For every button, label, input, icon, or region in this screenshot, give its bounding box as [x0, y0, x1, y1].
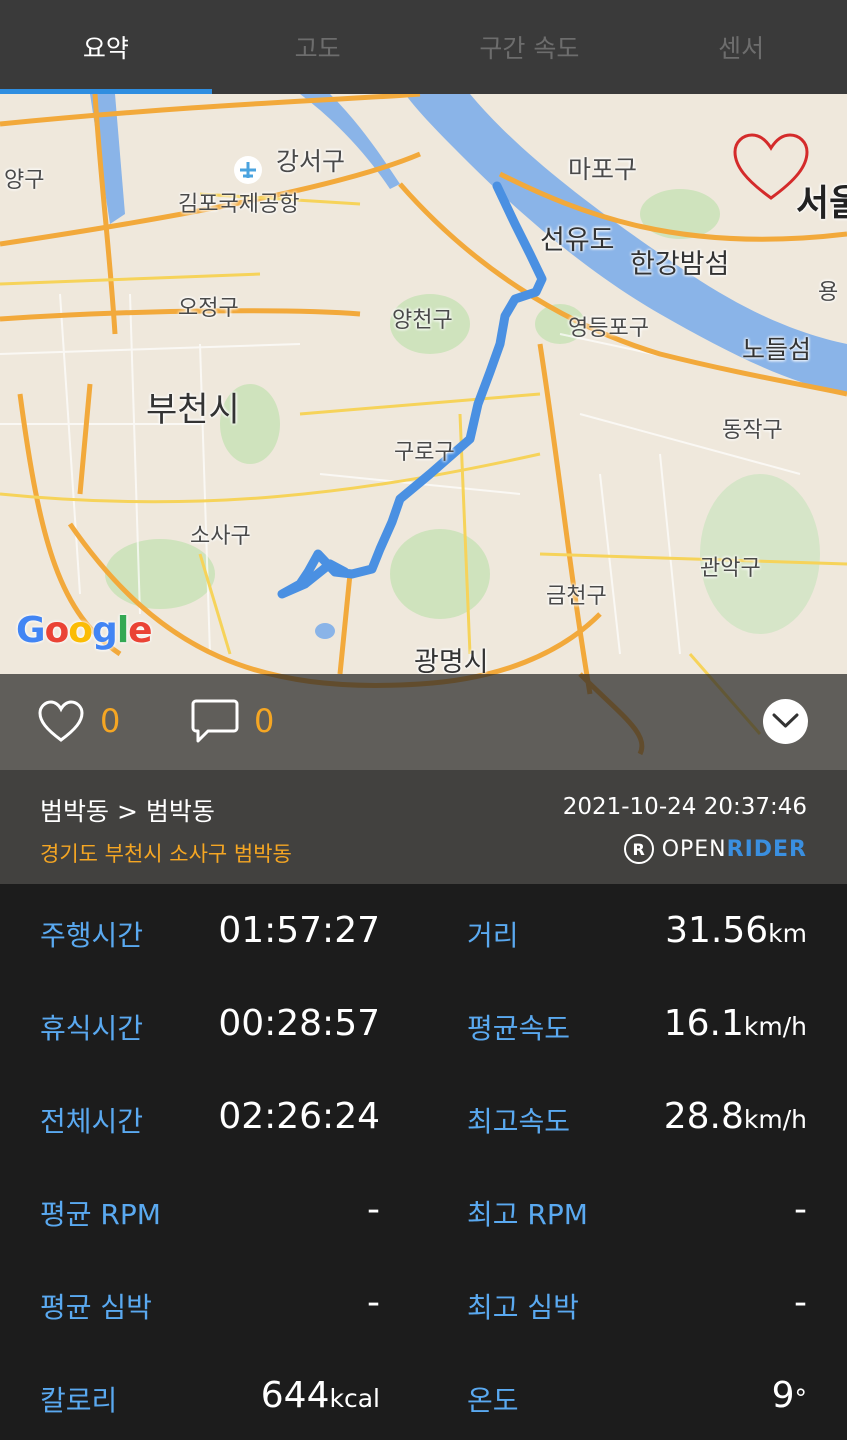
- map-label: 양천구: [392, 308, 453, 333]
- map-label: 마포구: [568, 155, 638, 184]
- comment-count: 0: [254, 702, 275, 740]
- route-info: 범박동 > 범박동 경기도 부천시 소사구 범박동 2021-10-24 20:…: [0, 770, 847, 884]
- stat-label: 평균 심박: [40, 1291, 152, 1324]
- route-address: 경기도 부천시 소사구 범박동: [40, 842, 292, 866]
- map-label: 동작구: [722, 418, 783, 443]
- map-label: 영등포구: [568, 316, 649, 341]
- route-title: 범박동 > 범박동: [40, 797, 215, 826]
- stat-value: 644kcal: [260, 1375, 380, 1416]
- stat-label: 거리: [467, 919, 519, 952]
- tab-segment-speed[interactable]: 구간 속도: [424, 0, 636, 94]
- like-count: 0: [100, 702, 121, 740]
- stat-label: 최고 심박: [467, 1291, 579, 1324]
- map-label: 구로구: [394, 440, 455, 465]
- social-bar: 0 0: [0, 674, 847, 770]
- stat-label: 주행시간: [40, 919, 144, 952]
- comment-icon[interactable]: [190, 698, 240, 746]
- stat-value: 16.1km/h: [663, 1003, 807, 1044]
- route-datetime: 2021-10-24 20:37:46: [562, 794, 807, 820]
- like-heart-icon[interactable]: [38, 700, 84, 744]
- stat-label: 휴식시간: [40, 1012, 144, 1045]
- brand-open-text: OPEN: [661, 836, 727, 862]
- stat-value: 00:28:57: [218, 1003, 380, 1044]
- stat-label: 칼로리: [40, 1384, 118, 1417]
- map-label: 양구: [4, 168, 45, 193]
- stat-value: -: [367, 1282, 380, 1323]
- tab-summary[interactable]: 요약: [0, 0, 212, 94]
- stat-row: 평균 RPM - 최고 RPM -: [0, 1163, 847, 1255]
- stat-row: 휴식시간 00:28:57 평균속도 16.1km/h: [0, 977, 847, 1069]
- map-label: 용: [818, 280, 839, 305]
- expand-button[interactable]: [763, 699, 808, 744]
- stat-value: 31.56km: [665, 910, 807, 951]
- stat-value: -: [367, 1189, 380, 1230]
- stat-row: 칼로리 644kcal 온도 9°: [0, 1349, 847, 1440]
- stat-row: 전체시간 02:26:24 최고속도 28.8km/h: [0, 1070, 847, 1162]
- stat-row: 평균 심박 - 최고 심박 -: [0, 1256, 847, 1348]
- tab-bar: 요약 고도 구간 속도 센서: [0, 0, 847, 94]
- stat-label: 전체시간: [40, 1105, 144, 1138]
- map-label: 금천구: [546, 584, 607, 609]
- stat-value: -: [794, 1282, 807, 1323]
- stat-label: 온도: [467, 1384, 519, 1417]
- stat-value: 01:57:27: [218, 910, 380, 951]
- stat-value: 28.8km/h: [663, 1096, 807, 1137]
- stat-value: -: [794, 1189, 807, 1230]
- map-label: 오정구: [178, 296, 239, 321]
- tab-sensor[interactable]: 센서: [635, 0, 847, 94]
- favorite-heart-icon[interactable]: [732, 132, 810, 204]
- tab-elevation[interactable]: 고도: [212, 0, 424, 94]
- stat-row: 주행시간 01:57:27 거리 31.56km: [0, 884, 847, 976]
- stat-label: 평균속도: [467, 1012, 571, 1045]
- google-logo: Google: [16, 610, 153, 651]
- openrider-logo-icon: R: [623, 834, 654, 864]
- map-label: 한강밤섬: [630, 249, 730, 280]
- stat-value: 02:26:24: [218, 1096, 380, 1137]
- stat-label: 최고 RPM: [467, 1198, 588, 1231]
- map-label: 김포국제공항: [178, 192, 300, 217]
- brand-rider-text: RIDER: [726, 836, 807, 862]
- stat-value: 9°: [771, 1375, 807, 1416]
- map-label: 노들섬: [742, 335, 812, 364]
- openrider-brand: R OPEN RIDER: [623, 832, 807, 866]
- stat-label: 평균 RPM: [40, 1198, 161, 1231]
- map-label: 관악구: [700, 556, 761, 581]
- map-label: 소사구: [190, 524, 251, 549]
- map-label: 부천시: [146, 390, 240, 430]
- stat-label: 최고속도: [467, 1105, 571, 1138]
- map-label: 선유도: [540, 225, 615, 256]
- map-label: 강서구: [276, 147, 346, 176]
- chevron-down-icon: [772, 713, 799, 728]
- stats-panel: 주행시간 01:57:27 거리 31.56km 휴식시간 00:28:57 평…: [0, 884, 847, 1440]
